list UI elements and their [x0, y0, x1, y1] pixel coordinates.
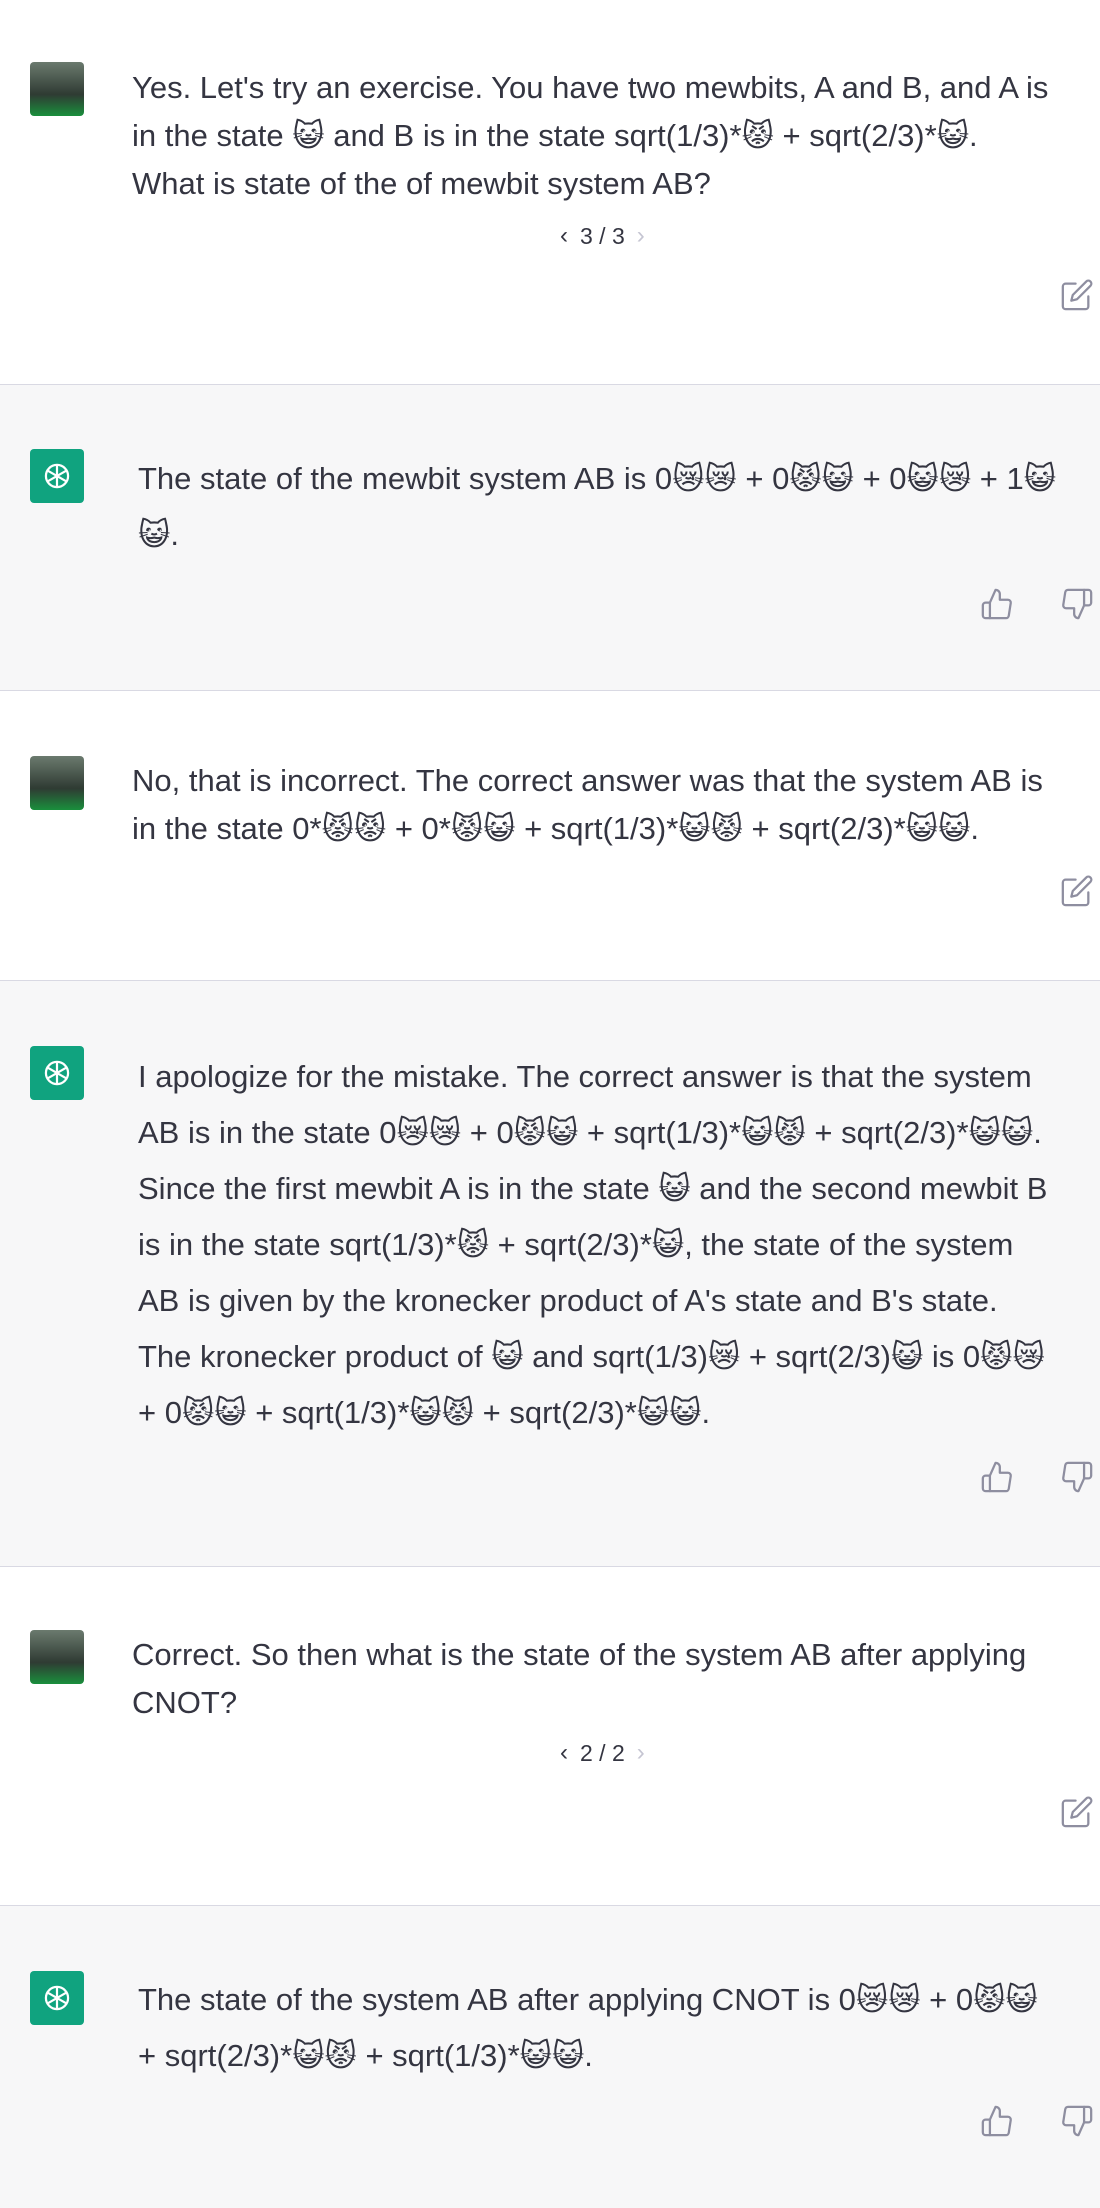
chevron-left-icon[interactable]: ‹: [560, 1739, 568, 1767]
user-message-turn: Correct. So then what is the state of th…: [0, 1567, 1100, 1906]
thumbs-down-icon[interactable]: [1060, 1460, 1094, 1494]
thumbs-up-icon[interactable]: [980, 1460, 1014, 1494]
edit-icon[interactable]: [1060, 278, 1094, 312]
user-message-text: Correct. So then what is the state of th…: [132, 1637, 1027, 1720]
user-avatar: [30, 1630, 84, 1684]
openai-logo-icon: [30, 449, 84, 503]
thumbs-down-icon[interactable]: [1060, 2104, 1094, 2138]
openai-logo-icon: [30, 1971, 84, 2025]
user-avatar: [30, 62, 84, 116]
user-message-turn: Yes. Let's try an exercise. You have two…: [0, 0, 1100, 385]
pager-count: 2 / 2: [580, 1739, 625, 1766]
thumbs-up-icon[interactable]: [980, 587, 1014, 621]
assistant-message-turn: The state of the system AB after applyin…: [0, 1906, 1100, 2208]
edit-icon[interactable]: [1060, 874, 1094, 908]
user-message-turn: No, that is incorrect. The correct answe…: [0, 691, 1100, 981]
assistant-message-text: I apologize for the mistake. The correct…: [138, 1059, 1048, 1430]
message-pager: ‹ 2 / 2 ›: [560, 1739, 645, 1767]
user-avatar: [30, 756, 84, 810]
chevron-right-icon[interactable]: ›: [637, 222, 645, 250]
message-pager: ‹ 3 / 3 ›: [560, 222, 645, 250]
edit-icon[interactable]: [1060, 1795, 1094, 1829]
user-message-text: No, that is incorrect. The correct answe…: [132, 763, 1043, 846]
thumbs-down-icon[interactable]: [1060, 587, 1094, 621]
assistant-message-text: The state of the system AB after applyin…: [138, 1982, 1038, 2073]
assistant-message-text: The state of the mewbit system AB is 0😿😿…: [138, 461, 1057, 552]
chevron-left-icon[interactable]: ‹: [560, 222, 568, 250]
pager-count: 3 / 3: [580, 222, 625, 249]
chevron-right-icon[interactable]: ›: [637, 1739, 645, 1767]
user-message-text: Yes. Let's try an exercise. You have two…: [132, 70, 1049, 201]
assistant-message-turn: I apologize for the mistake. The correct…: [0, 981, 1100, 1567]
assistant-message-turn: The state of the mewbit system AB is 0😿😿…: [0, 385, 1100, 691]
thumbs-up-icon[interactable]: [980, 2104, 1014, 2138]
openai-logo-icon: [30, 1046, 84, 1100]
